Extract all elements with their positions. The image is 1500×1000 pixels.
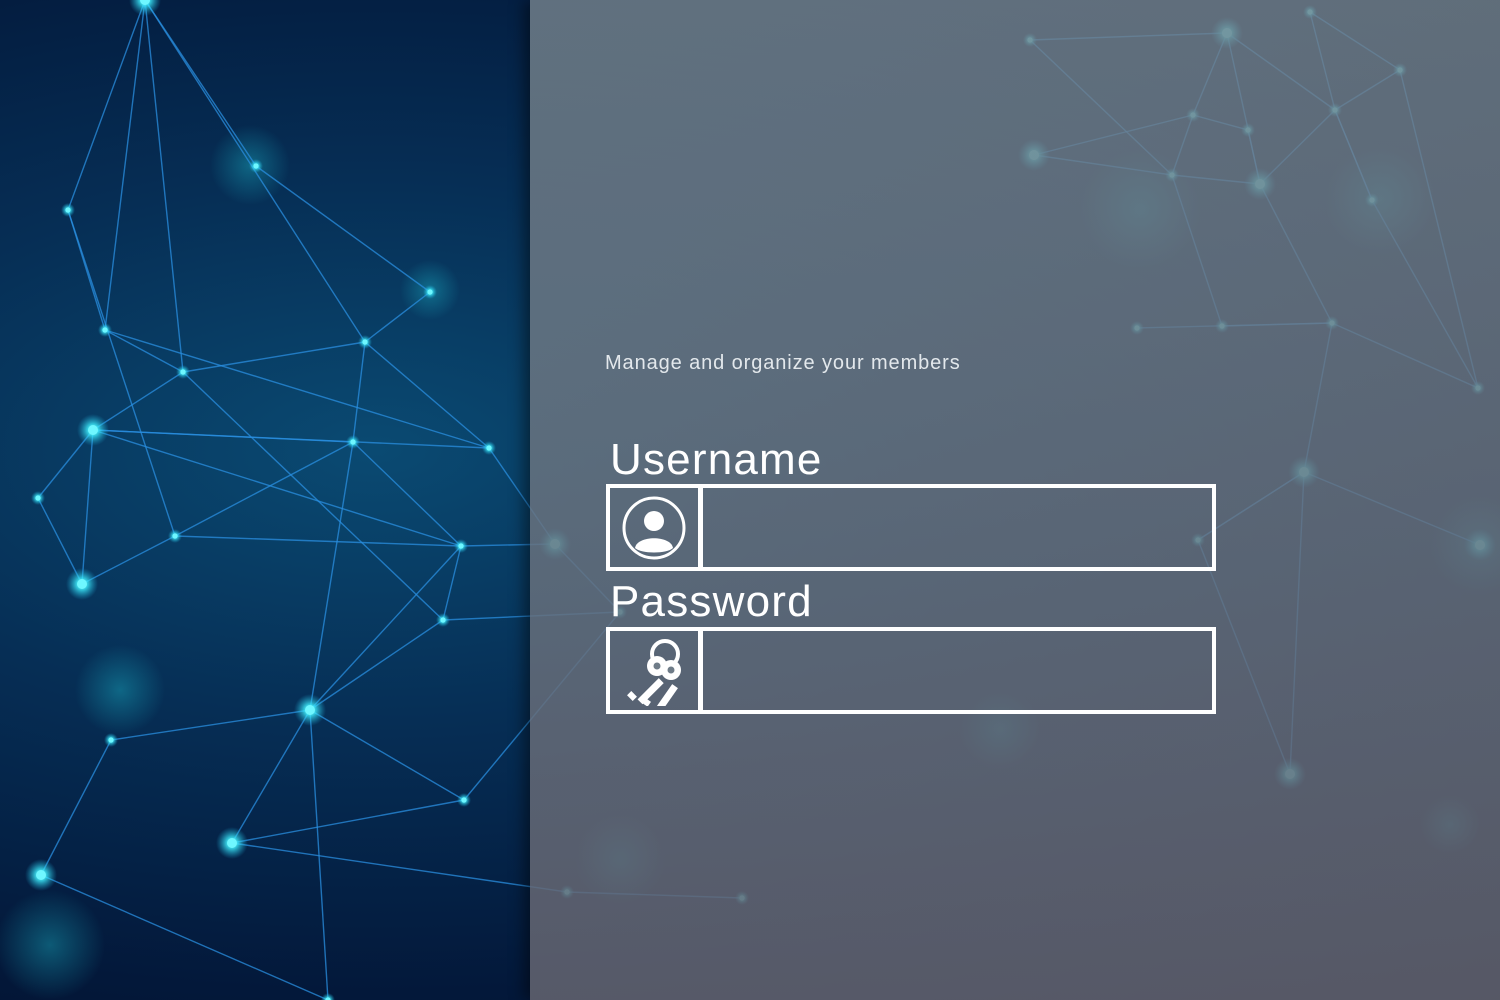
network-node xyxy=(440,617,446,623)
network-node xyxy=(172,533,178,539)
network-line xyxy=(174,441,354,537)
network-line xyxy=(104,0,146,331)
network-line xyxy=(231,842,568,893)
network-line xyxy=(67,209,176,537)
network-line xyxy=(182,371,444,621)
network-line xyxy=(182,341,366,373)
password-label: Password xyxy=(610,577,813,626)
username-label: Username xyxy=(610,435,823,484)
network-line xyxy=(352,341,366,443)
network-node xyxy=(102,327,108,333)
network-line xyxy=(364,341,490,449)
network-line xyxy=(352,441,462,547)
network-line xyxy=(174,535,462,547)
network-line xyxy=(309,709,465,801)
network-node xyxy=(486,445,492,451)
network-line xyxy=(92,429,490,449)
tagline: Manage and organize your members xyxy=(605,352,961,374)
network-line xyxy=(104,329,490,449)
network-line xyxy=(67,0,146,211)
network-node xyxy=(36,870,46,880)
network-node xyxy=(305,705,315,715)
network-node xyxy=(350,439,356,445)
network-node xyxy=(88,425,98,435)
login-screen: Manage and organize your members Usernam… xyxy=(0,0,1500,1000)
network-line xyxy=(231,709,311,844)
network-node xyxy=(427,289,433,295)
network-line xyxy=(92,429,462,547)
password-field[interactable] xyxy=(606,627,1216,714)
network-node xyxy=(77,579,87,589)
network-node xyxy=(65,207,71,213)
network-line xyxy=(81,429,94,585)
network-node xyxy=(253,163,259,169)
network-node xyxy=(458,543,464,549)
password-input[interactable] xyxy=(703,631,1212,710)
network-node xyxy=(108,737,114,743)
user-circle-icon xyxy=(610,488,703,567)
network-node xyxy=(461,797,467,803)
network-line xyxy=(40,739,112,876)
network-node xyxy=(35,495,41,501)
network-node xyxy=(227,838,237,848)
network-line xyxy=(309,619,444,711)
network-line xyxy=(442,545,462,621)
network-line xyxy=(144,0,184,373)
network-line xyxy=(255,165,431,293)
network-node xyxy=(362,339,368,345)
username-field[interactable] xyxy=(606,484,1216,571)
username-input[interactable] xyxy=(703,488,1212,567)
keys-icon xyxy=(610,631,703,710)
network-node xyxy=(180,369,186,375)
network-line xyxy=(231,799,465,844)
